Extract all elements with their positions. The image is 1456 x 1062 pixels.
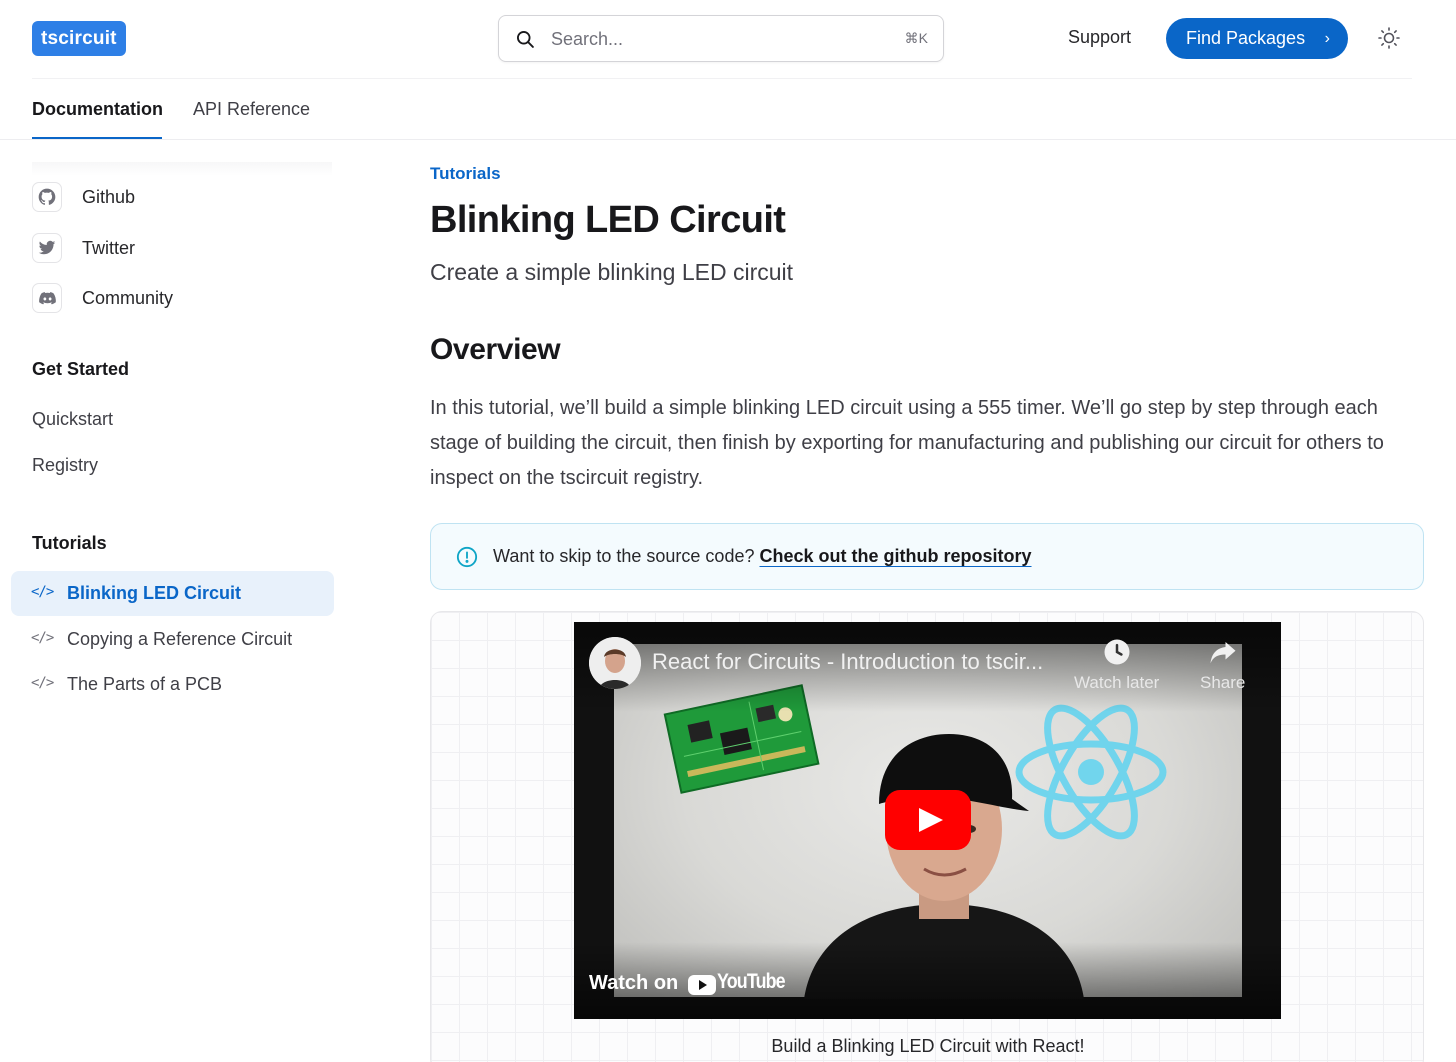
video-bottom-overlay [574,942,1281,1019]
search-icon [517,31,534,48]
sidebar-section-get-started: Get Started [32,359,130,379]
search-box[interactable]: ⌘K [498,15,944,62]
info-callout: Want to skip to the source code? Check o… [430,523,1424,590]
watch-later-label: Watch later [1074,673,1160,692]
find-packages-label: Find Packages [1186,28,1306,48]
watch-later-button[interactable]: Watch later [1074,637,1159,693]
sidebar-scroll-fade [32,162,332,176]
twitter-icon [32,233,62,263]
docs-tabs: Documentation API Reference [0,79,1456,140]
page-subtitle: Create a simple blinking LED circuit [430,259,794,285]
discord-icon [32,283,62,313]
sidebar-item-blinking-led-circuit[interactable]: </> Blinking LED Circuit [11,571,334,616]
channel-avatar[interactable] [589,637,641,689]
page-title: Blinking LED Circuit [430,199,786,241]
share-button[interactable]: Share [1200,637,1245,693]
search-shortcut-hint: ⌘K [904,30,928,46]
video-title[interactable]: React for Circuits - Introduction to tsc… [652,649,1043,675]
sun-icon[interactable] [1377,26,1401,50]
share-icon [1210,642,1236,664]
breadcrumb-section[interactable]: Tutorials [430,164,501,184]
video-embed-frame: React for Circuits - Introduction to tsc… [430,611,1424,1062]
sidebar-link-label: Community [82,288,174,308]
overview-heading: Overview [430,333,561,366]
video-caption: Build a Blinking LED Circuit with React! [771,1036,1085,1056]
callout-text-wrapper: Want to skip to the source code? Check o… [493,546,1032,567]
github-icon [32,182,62,212]
sidebar-item-quickstart[interactable]: Quickstart [32,409,113,430]
tscircuit-logo[interactable]: tscircuit [32,21,126,56]
watch-on-youtube-label[interactable]: Watch on [589,972,678,995]
youtube-video-player[interactable]: React for Circuits - Introduction to tsc… [574,622,1281,1019]
code-icon: </> [31,630,54,646]
find-packages-button[interactable]: Find Packages › [1166,18,1348,59]
sidebar-item-label: Blinking LED Circuit [67,583,242,603]
sidebar-item-copying-reference-circuit[interactable]: </> Copying a Reference Circuit [11,617,334,662]
youtube-wordmark[interactable]: YouTube [717,970,786,994]
tab-api-reference[interactable]: API Reference [193,99,310,120]
chevron-right-icon: › [1324,30,1330,47]
tab-documentation[interactable]: Documentation [32,99,163,120]
share-label: Share [1200,673,1246,692]
info-icon [456,546,478,568]
sidebar-item-registry[interactable]: Registry [32,455,98,476]
search-input[interactable] [551,26,871,52]
youtube-play-button[interactable] [885,790,971,850]
sidebar-item-parts-of-a-pcb[interactable]: </> The Parts of a PCB [11,662,334,707]
github-repository-link[interactable]: Check out the github repository [760,546,1032,566]
callout-text: Want to skip to the source code? [493,546,755,566]
code-icon: </> [31,584,54,600]
sidebar-link-label: Github [82,187,136,207]
clock-icon [1104,639,1130,665]
overview-paragraph: In this tutorial, we’ll build a simple b… [430,397,1384,489]
active-tab-indicator [32,137,162,139]
sidebar-link-label: Twitter [82,238,136,258]
top-navbar: tscircuit ⌘K Support Find Packages › [0,0,1456,78]
youtube-logo-icon[interactable] [688,974,716,996]
sidebar-section-tutorials: Tutorials [32,533,107,553]
sidebar-item-label: Copying a Reference Circuit [67,629,293,649]
support-link[interactable]: Support [1068,27,1131,48]
sidebar-item-label: The Parts of a PCB [67,674,223,694]
code-icon: </> [31,675,54,691]
